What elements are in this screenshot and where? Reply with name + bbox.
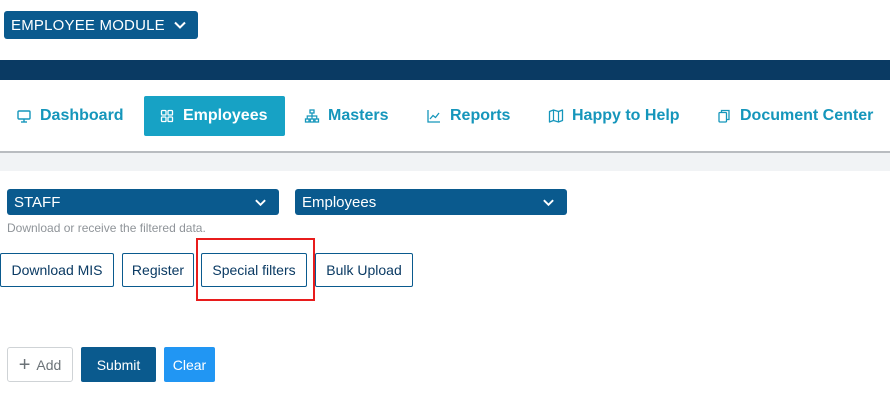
hierarchy-icon	[304, 109, 320, 123]
tab-reports[interactable]: Reports	[426, 96, 510, 136]
monitor-icon	[17, 110, 31, 123]
filter-hint: Download or receive the filtered data.	[7, 221, 206, 235]
submit-button[interactable]: Submit	[81, 347, 156, 382]
highlight-box	[196, 238, 315, 301]
chevron-down-icon	[174, 21, 186, 29]
chevron-down-icon	[543, 199, 554, 207]
add-button-label: Add	[36, 356, 62, 373]
module-select[interactable]: EMPLOYEE MODULE	[4, 11, 198, 39]
grid-icon	[160, 109, 174, 123]
chevron-down-icon	[255, 199, 266, 207]
content-header-strip	[0, 153, 890, 171]
dataset-select[interactable]: Employees	[295, 189, 567, 215]
tab-employees[interactable]: Employees	[144, 96, 285, 136]
add-button[interactable]: + Add	[7, 347, 73, 382]
module-select-label: EMPLOYEE MODULE	[11, 16, 165, 34]
tab-masters[interactable]: Masters	[304, 96, 388, 136]
documents-icon	[718, 109, 730, 123]
clear-button[interactable]: Clear	[164, 347, 215, 382]
tab-document-center[interactable]: Document Center	[716, 96, 873, 136]
header-band	[0, 60, 890, 80]
dataset-select-value: Employees	[302, 193, 377, 211]
tab-reports-label: Reports	[450, 107, 511, 124]
tab-dashboard[interactable]: Dashboard	[16, 96, 124, 136]
tab-document-center-label: Document Center	[740, 107, 874, 124]
category-select[interactable]: STAFF	[7, 189, 279, 215]
register-button[interactable]: Register	[122, 253, 194, 287]
tab-masters-label: Masters	[328, 107, 389, 124]
tab-employees-label: Employees	[183, 107, 268, 124]
tab-happy-to-help[interactable]: Happy to Help	[548, 96, 680, 136]
plus-icon: +	[18, 353, 31, 376]
bulk-upload-button[interactable]: Bulk Upload	[315, 253, 413, 287]
category-select-value: STAFF	[14, 193, 61, 211]
line-chart-icon	[427, 110, 440, 123]
map-icon	[548, 109, 564, 123]
tab-happy-to-help-label: Happy to Help	[572, 107, 680, 124]
download-mis-button[interactable]: Download MIS	[0, 253, 114, 287]
tab-dashboard-label: Dashboard	[40, 107, 124, 124]
